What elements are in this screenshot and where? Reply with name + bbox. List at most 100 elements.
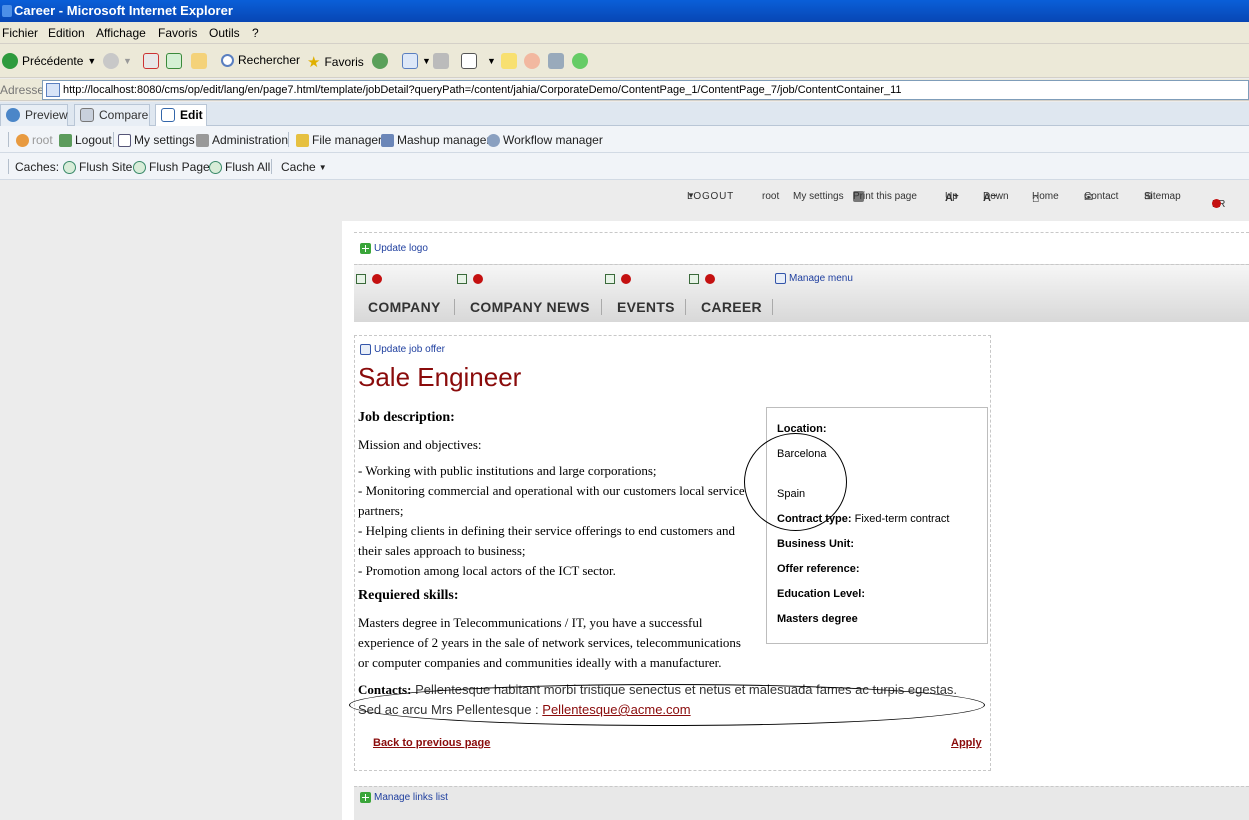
job-title: Sale Engineer [358,362,522,392]
forward-button[interactable]: ▼ [103,53,132,69]
skills-heading: Requiered skills: [358,588,459,603]
workflow-manager-button[interactable]: Workflow manager [487,133,603,147]
nav-company-news[interactable]: COMPANY NEWS [470,299,590,315]
toolbar-separator [8,159,9,174]
star-icon: ★ [307,54,321,71]
address-bar: Adresse http://localhost:8080/cms/op/edi… [0,79,1249,101]
offer-reference-label: Offer reference: [777,563,860,575]
chevron-down-icon: ▼ [87,56,97,66]
history-button[interactable] [372,53,388,69]
flush-icon [133,160,146,174]
workflow-icon [487,133,500,147]
flush-page-button[interactable]: Flush Page [133,160,210,174]
apply-link[interactable]: Apply [951,737,982,749]
search-button[interactable]: Rechercher [221,53,300,67]
toolbar-separator [113,132,114,147]
favorites-button[interactable]: ★ Favoris [307,53,364,71]
chevron-down-icon: ▼ [487,56,496,66]
manage-links-list-link[interactable]: Manage links list [360,792,448,803]
print-button[interactable] [433,53,449,69]
mashup-manager-button[interactable]: Mashup manager [381,133,490,147]
job-description-text: Mission and objectives: - Working with p… [358,437,745,578]
nav-company[interactable]: COMPANY [368,299,441,315]
menu-help[interactable]: ? [252,26,259,40]
logout-button[interactable]: Logout [59,133,112,147]
nav-separator [454,299,455,315]
jahia-actionbar: root Logout My settings Administration F… [0,126,1249,153]
menu-favoris[interactable]: Favoris [158,26,197,40]
notes-button[interactable] [501,53,517,69]
history-icon [372,53,388,69]
folder-icon [296,133,309,147]
my-settings-button[interactable]: My settings [118,133,195,147]
skills-text: Masters degree in Telecommunications / I… [358,615,741,670]
menu-outils[interactable]: Outils [209,26,240,40]
nav-events[interactable]: EVENTS [617,299,675,315]
stop-button[interactable] [143,53,159,69]
manage-menu-link[interactable]: Manage menu [775,273,853,284]
tab-preview[interactable]: Preview [0,104,68,126]
education-level-label: Education Level: [777,588,866,600]
back-to-previous-link[interactable]: Back to previous page [373,737,490,749]
mashup-icon [381,133,394,147]
business-unit-label: Business Unit: [777,538,855,550]
chevron-down-icon: ▼ [318,162,327,172]
globe-icon [6,108,20,122]
links-list-bar: Manage links list [354,786,1249,820]
chevron-down-icon: ▼ [123,56,132,66]
menu-affichage[interactable]: Affichage [96,26,146,40]
administration-button[interactable]: Administration [196,133,288,147]
address-input[interactable]: http://localhost:8080/cms/op/edit/lang/e… [42,80,1249,100]
flush-site-button[interactable]: Flush Site [63,160,132,174]
page-icon [46,83,60,97]
back-arrow-icon [2,53,18,69]
logout-icon [59,133,72,147]
update-logo-link[interactable]: Update logo [360,243,428,254]
stop-icon [143,53,159,69]
edit-icon[interactable] [689,274,699,284]
jahia-cachebar: Caches: Flush Site Flush Page Flush All … [0,153,1249,180]
flush-all-button[interactable]: Flush All [209,160,270,174]
edit-icon[interactable] [356,274,366,284]
flush-icon [63,160,76,174]
tab-edit[interactable]: Edit [155,104,207,126]
nav-career[interactable]: CAREER [701,299,762,315]
menu-edition[interactable]: Edition [48,26,85,40]
my-settings-link[interactable]: My settings [793,191,844,202]
status-dot-icon [1212,199,1221,208]
menu-fichier[interactable]: Fichier [2,26,38,40]
chevron-down-icon: ▼ [422,56,431,66]
print-icon [433,53,449,69]
update-job-offer-link[interactable]: Update job offer [360,344,445,355]
tools-button[interactable] [572,53,588,69]
window-titlebar: Career - Microsoft Internet Explorer [0,0,1249,22]
list-icon [775,273,786,284]
home-button[interactable] [191,53,207,69]
cache-menu-button[interactable]: Cache ▼ [281,160,327,174]
forward-arrow-icon [103,53,119,69]
annotation-ellipse [349,684,985,726]
nav-separator [685,299,686,315]
job-description-heading: Job description: [358,410,455,425]
status-dot-icon [621,274,631,284]
add-icon [360,243,371,254]
edit-word-button[interactable]: ▼ [461,53,496,69]
messenger-button[interactable] [524,53,540,69]
divider [354,232,1249,233]
toolbar-separator [271,159,272,174]
add-icon [360,792,371,803]
user-icon [16,133,29,147]
refresh-button[interactable] [166,53,182,69]
home-icon [191,53,207,69]
edit-icon[interactable] [605,274,615,284]
back-button[interactable]: Précédente ▼ [2,53,96,69]
research-icon [548,53,564,69]
file-manager-button[interactable]: File manager [296,133,382,147]
tools-icon [572,53,588,69]
menu-bar: Fichier Edition Affichage Favoris Outils… [0,22,1249,44]
refresh-icon [166,53,182,69]
tab-compare[interactable]: Compare [74,104,150,126]
mail-button[interactable]: ▼ [402,53,431,69]
research-button[interactable] [548,53,564,69]
edit-icon[interactable] [457,274,467,284]
